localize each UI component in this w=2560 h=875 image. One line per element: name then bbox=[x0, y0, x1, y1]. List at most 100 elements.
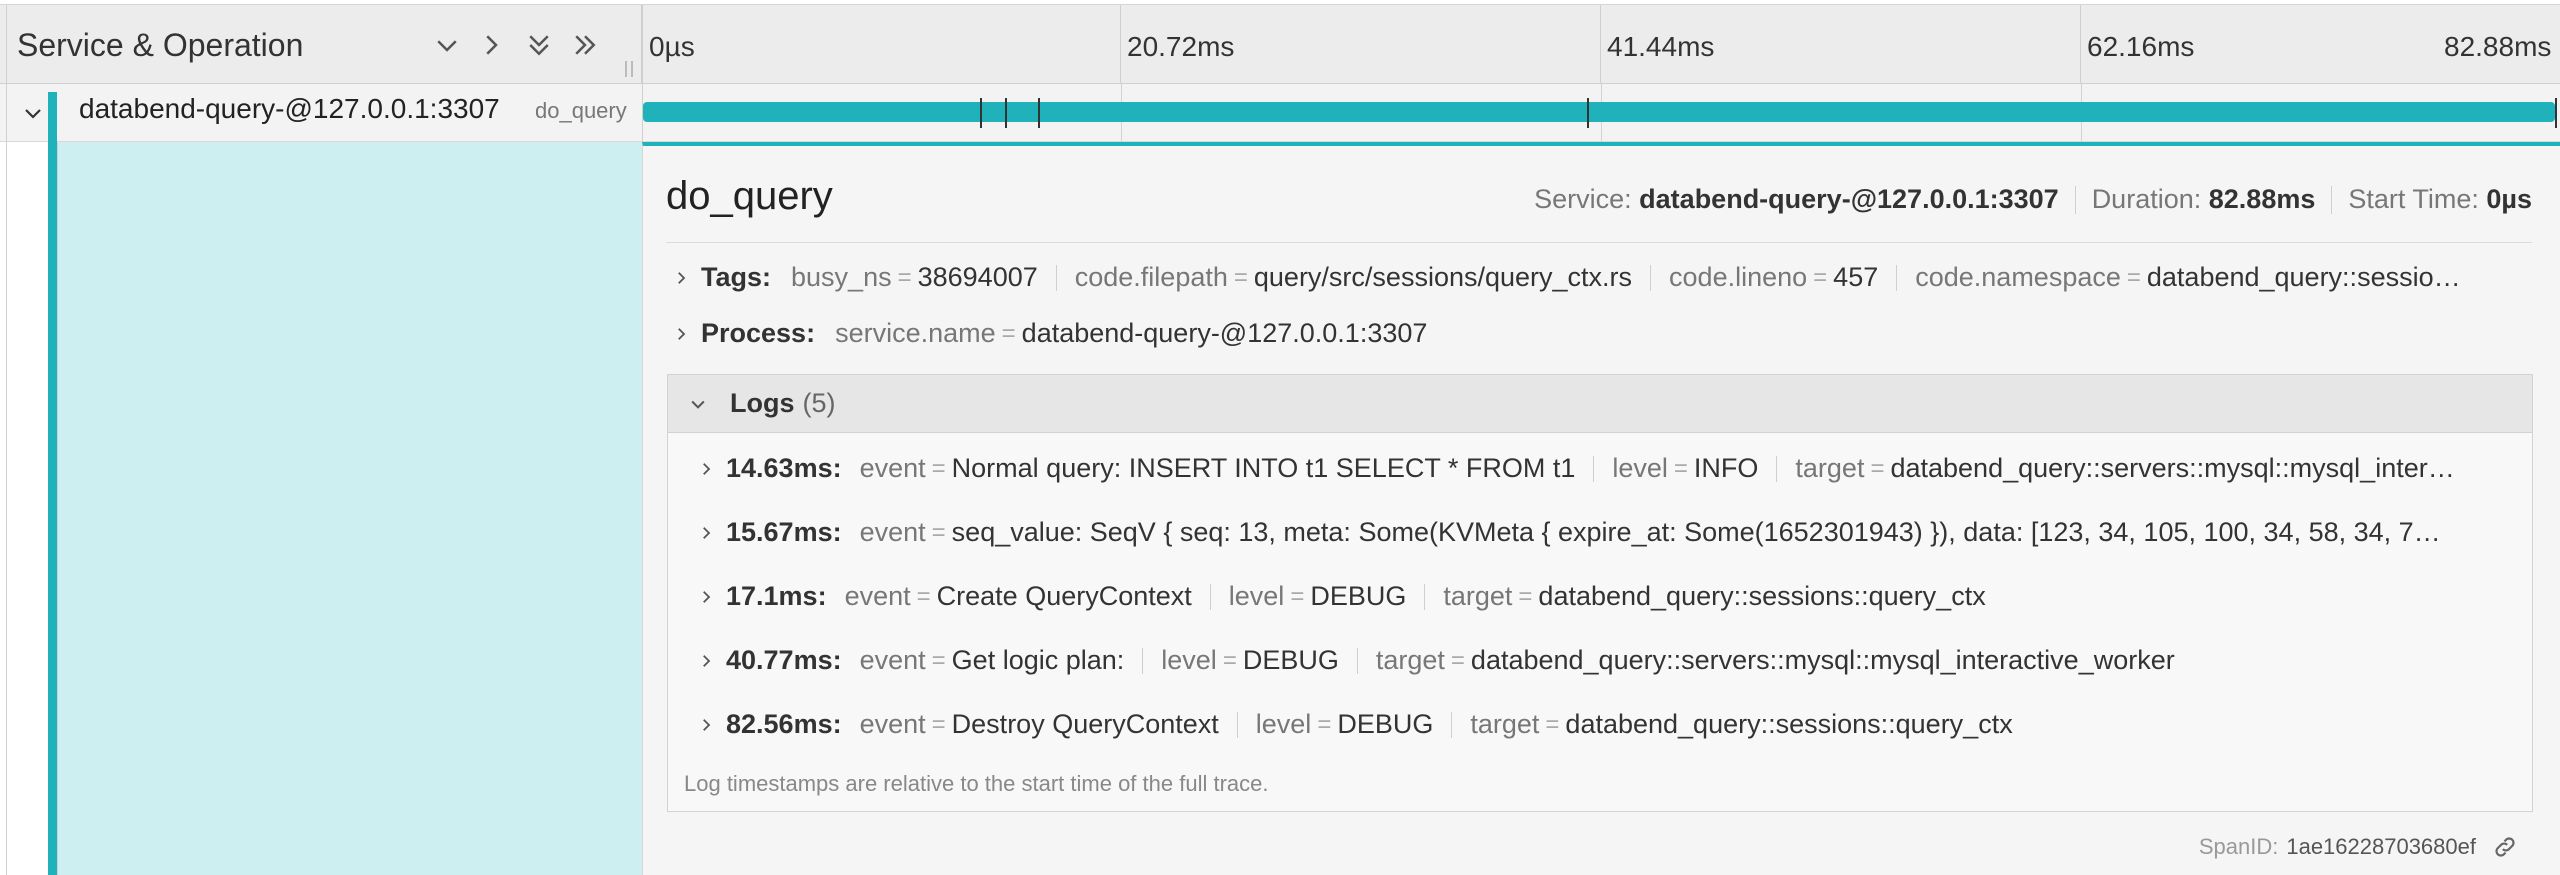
chevron-right-icon[interactable] bbox=[667, 320, 695, 348]
detail-overview: Service: databend-query-@127.0.0.1:3307 … bbox=[1534, 184, 2532, 215]
tick-label: 20.72ms bbox=[1127, 31, 1235, 62]
process-value: databend-query-@127.0.0.1:3307 bbox=[1021, 318, 1428, 348]
logs-title: Logs bbox=[730, 388, 795, 418]
duration-label: Duration: bbox=[2091, 184, 2202, 214]
log-key: event bbox=[844, 581, 911, 611]
log-key: target bbox=[1443, 581, 1513, 611]
tag-value: 457 bbox=[1833, 262, 1879, 292]
timeline-header: Service & Operation 0µs 20.72ms 41.44ms … bbox=[0, 4, 2560, 85]
logs-header[interactable]: Logs (5) bbox=[668, 375, 2532, 433]
tags-row[interactable]: Tags: busy_ns = 38694007 code.filepath = que… bbox=[667, 262, 2533, 293]
log-key: level bbox=[1255, 709, 1312, 739]
chevron-down-icon[interactable] bbox=[15, 98, 51, 128]
logs-panel: Logs (5) 14.63ms: event = Normal query: INS… bbox=[667, 374, 2533, 812]
log-entry[interactable]: 17.1ms: event = Create QueryContext level =… bbox=[692, 581, 2522, 612]
log-value: Create QueryContext bbox=[936, 581, 1192, 611]
tick-divider: 62.16ms bbox=[2080, 5, 2194, 85]
log-key: target bbox=[1470, 709, 1540, 739]
log-timestamp: 15.67ms: bbox=[726, 517, 842, 547]
divider bbox=[6, 142, 7, 875]
log-value: Destroy QueryContext bbox=[951, 709, 1219, 739]
service-operation-header: Service & Operation bbox=[6, 5, 642, 85]
log-timestamp: 17.1ms: bbox=[726, 581, 827, 611]
chevron-right-icon[interactable] bbox=[692, 711, 720, 739]
start-time-value: 0µs bbox=[2486, 184, 2532, 214]
process-row[interactable]: Process: service.name = databend-query-@12… bbox=[667, 318, 2533, 349]
divider bbox=[666, 242, 2532, 243]
tick-label: 0µs bbox=[649, 31, 695, 62]
chevron-right-icon[interactable] bbox=[692, 519, 720, 547]
chevron-down-icon[interactable] bbox=[684, 390, 712, 418]
chevron-right-icon[interactable] bbox=[471, 23, 511, 67]
log-key: event bbox=[859, 517, 926, 547]
tags-title: Tags: bbox=[701, 262, 772, 292]
log-value: DEBUG bbox=[1242, 645, 1339, 675]
double-chevron-right-icon[interactable] bbox=[565, 23, 605, 67]
log-key: event bbox=[859, 645, 926, 675]
process-key: service.name bbox=[835, 318, 996, 348]
log-timestamp: 40.77ms: bbox=[726, 645, 842, 675]
double-chevron-down-icon[interactable] bbox=[519, 23, 559, 67]
log-entry[interactable]: 14.63ms: event = Normal query: INSERT INTO… bbox=[692, 453, 2522, 484]
logs-count: (5) bbox=[802, 388, 836, 418]
process-title: Process: bbox=[701, 318, 816, 348]
tick-divider: 0µs bbox=[642, 5, 695, 85]
log-value: databend_query::sessions::query_ctx bbox=[1538, 581, 1986, 611]
tick-label: 41.44ms bbox=[1607, 31, 1715, 62]
log-key: level bbox=[1612, 453, 1668, 483]
log-entry[interactable]: 15.67ms: event = seq_value: SeqV { seq: 13… bbox=[692, 517, 2522, 548]
chevron-right-icon[interactable] bbox=[692, 455, 720, 483]
chevron-right-icon[interactable] bbox=[692, 583, 720, 611]
link-icon[interactable] bbox=[2490, 832, 2520, 862]
span-service-name[interactable]: databend-query-@127.0.0.1:3307 bbox=[79, 93, 500, 125]
tick-divider: 20.72ms bbox=[1120, 5, 1234, 85]
log-value: Normal query: INSERT INTO t1 SELECT * FR… bbox=[951, 453, 1576, 483]
span-bar[interactable] bbox=[643, 102, 2555, 122]
span-name-cell[interactable]: databend-query-@127.0.0.1:3307 do_query bbox=[6, 84, 642, 142]
span-detail: do_query Service: databend-query-@127.0.… bbox=[642, 142, 2560, 875]
tag-value: query/src/sessions/query_ctx.rs bbox=[1253, 262, 1633, 292]
log-entry[interactable]: 40.77ms: event = Get logic plan: level = DEB… bbox=[692, 645, 2522, 676]
tag-key: busy_ns bbox=[791, 262, 892, 292]
service-color-bar bbox=[48, 92, 57, 875]
detail-left-panel bbox=[57, 142, 642, 875]
log-key: event bbox=[859, 709, 926, 739]
service-value: databend-query-@127.0.0.1:3307 bbox=[1639, 184, 2059, 214]
log-marker[interactable] bbox=[1005, 98, 1007, 128]
span-timeline[interactable] bbox=[642, 84, 2560, 142]
chevron-right-icon[interactable] bbox=[667, 264, 695, 292]
logs-note: Log timestamps are relative to the start… bbox=[684, 771, 1269, 796]
duration-value: 82.88ms bbox=[2208, 184, 2316, 214]
span-id-label: SpanID: bbox=[2198, 834, 2279, 859]
log-value: databend_query::servers::mysql::mysql_in… bbox=[1470, 645, 2175, 675]
span-row[interactable]: databend-query-@127.0.0.1:3307 do_query bbox=[0, 84, 2560, 142]
log-value: DEBUG bbox=[1337, 709, 1434, 739]
log-entry[interactable]: 82.56ms: event = Destroy QueryContext leve… bbox=[692, 709, 2522, 740]
log-marker[interactable] bbox=[2555, 98, 2557, 128]
log-value: INFO bbox=[1693, 453, 1759, 483]
chevron-down-icon[interactable] bbox=[427, 23, 467, 67]
tick-divider: 41.44ms bbox=[1600, 5, 1714, 85]
tag-key: code.lineno bbox=[1669, 262, 1808, 292]
log-value: Get logic plan: bbox=[951, 645, 1125, 675]
chevron-right-icon[interactable] bbox=[692, 647, 720, 675]
column-resizer[interactable] bbox=[625, 61, 637, 77]
log-timestamp: 14.63ms: bbox=[726, 453, 842, 483]
service-label: Service: bbox=[1534, 184, 1632, 214]
header-title: Service & Operation bbox=[17, 27, 304, 63]
detail-operation-title: do_query bbox=[666, 174, 833, 218]
log-key: level bbox=[1161, 645, 1217, 675]
log-value: databend_query::sessions::query_ctx bbox=[1565, 709, 2013, 739]
log-value: databend_query::servers::mysql::mysql_in… bbox=[1890, 453, 2455, 483]
log-value: seq_value: SeqV { seq: 13, meta: Some(KV… bbox=[951, 517, 2441, 547]
log-marker[interactable] bbox=[980, 98, 982, 128]
log-key: target bbox=[1795, 453, 1865, 483]
log-timestamp: 82.56ms: bbox=[726, 709, 842, 739]
tag-value: databend_query::sessio… bbox=[2146, 262, 2461, 292]
start-time-label: Start Time: bbox=[2348, 184, 2479, 214]
log-marker[interactable] bbox=[1038, 98, 1040, 128]
log-key: level bbox=[1228, 581, 1285, 611]
span-id-value: 1ae16228703680ef bbox=[2286, 834, 2476, 859]
log-marker[interactable] bbox=[1587, 98, 1589, 128]
span-operation-name: do_query bbox=[535, 98, 627, 123]
